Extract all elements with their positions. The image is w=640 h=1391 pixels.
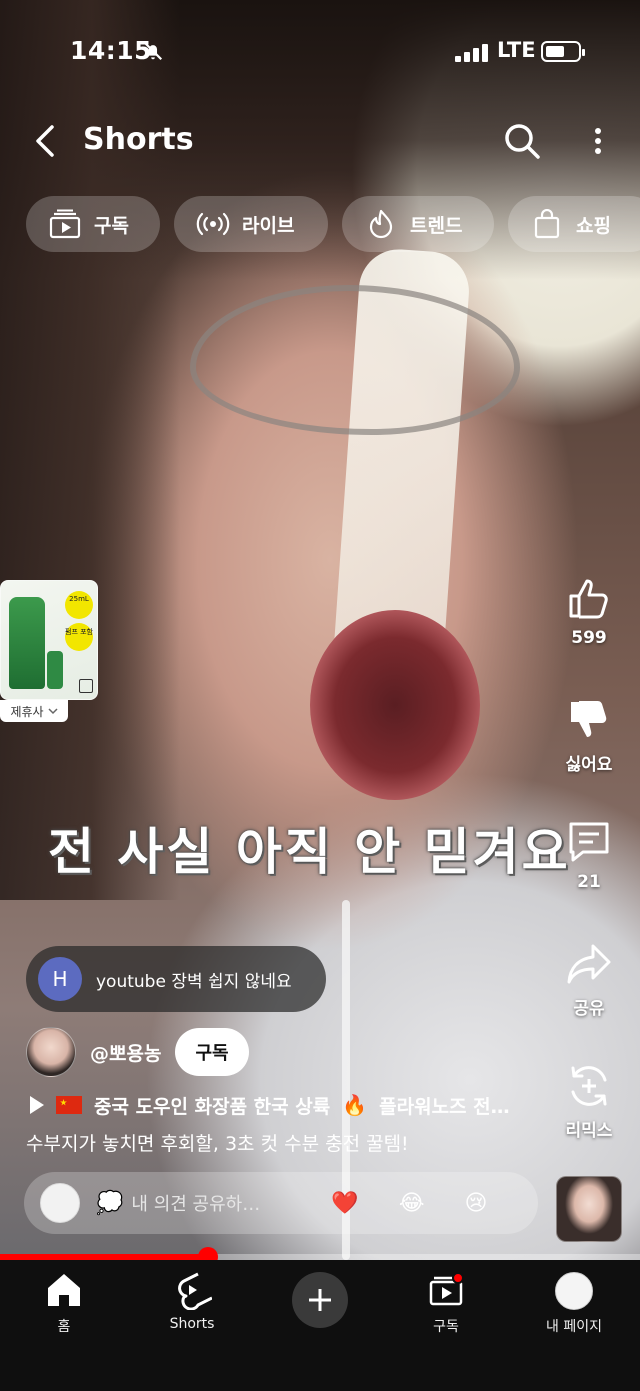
emoji-cry-button[interactable]: 😢 [465,1191,488,1216]
product-badge-size: 25mL [65,591,93,619]
emoji-laugh-button[interactable]: 😂 [399,1191,425,1216]
video-title[interactable]: 중국 도우인 화장품 한국 상륙 🔥 플라워노즈 전… [30,1090,540,1120]
product-image-bottle [9,597,45,689]
page-title: Shorts [83,122,194,157]
nav-subscriptions[interactable]: 구독 [396,1270,496,1336]
network-label: LTE [497,38,536,62]
nav-my-page[interactable]: 내 페이지 [524,1270,624,1336]
video-caption-overlay: 전 사실 아직 안 믿겨요 [48,822,571,881]
dislike-label: 싫어요 [565,755,613,775]
thought-bubble-icon: 💭 [96,1190,124,1216]
video-title-text: 중국 도우인 화장품 한국 상륙 [94,1095,331,1118]
chevron-left-icon[interactable] [28,121,68,161]
remix-button[interactable]: 리믹스 [556,1062,622,1141]
chip-shopping[interactable]: 쇼핑 [508,196,640,252]
chip-label: 쇼핑 [576,214,611,237]
commenter-avatar: H [38,957,82,1001]
chip-label: 라이브 [242,214,295,237]
nav-label: 구독 [433,1319,459,1335]
play-icon [30,1096,44,1114]
shopping-bag-icon [534,209,560,239]
chip-trending[interactable]: 트렌드 [342,196,494,252]
nav-home[interactable]: 홈 [14,1270,114,1336]
pinned-comment-text: youtube 장벽 쉽지 않네요 [96,971,292,992]
sound-thumbnail[interactable] [556,1176,622,1242]
channel-avatar[interactable] [26,1027,76,1077]
signal-icon [455,42,489,62]
video-frame-mouth [310,610,480,800]
chip-live[interactable]: 라이브 [174,196,328,252]
battery-icon [541,41,585,62]
more-vertical-icon[interactable] [580,119,616,163]
pinned-comment[interactable]: H youtube 장벽 쉽지 않네요 [26,946,326,1012]
avatar [555,1272,593,1310]
thumbs-up-icon [569,579,608,619]
dislike-button[interactable]: 싫어요 [556,696,622,775]
emoji-heart-button[interactable]: ❤️ [331,1191,358,1216]
china-flag-icon [56,1096,82,1114]
live-icon [196,212,230,236]
comment-placeholder[interactable]: 내 의견 공유하… [131,1190,291,1216]
remix-label: 리믹스 [565,1121,613,1141]
notification-dot [452,1272,464,1284]
partner-label: 제휴사 [10,704,44,719]
remix-icon [571,1066,607,1106]
share-icon [567,944,611,984]
bell-slash-icon [143,41,163,61]
plus-icon [309,1289,331,1311]
search-icon[interactable] [500,119,544,163]
shorts-icon [178,1272,212,1310]
nav-shorts[interactable]: Shorts [142,1270,242,1332]
external-link-icon [79,679,93,693]
share-button[interactable]: 공유 [556,940,622,1019]
shorts-header: Shorts [0,105,640,177]
trending-icon [369,209,393,239]
chip-subscriptions[interactable]: 구독 [26,196,160,252]
partner-dropdown[interactable]: 제휴사 [0,700,68,722]
channel-handle[interactable]: @뽀용농 [90,1039,161,1066]
subscriptions-icon [49,209,81,239]
thumbs-down-icon [571,701,607,737]
video-title-rest: 플라워노즈 전… [379,1095,510,1118]
like-button[interactable]: 599 [556,574,622,648]
user-avatar [40,1183,80,1223]
like-count: 599 [571,628,607,648]
subscribe-button[interactable]: 구독 [175,1028,249,1076]
channel-row: @뽀용농 구독 [26,1026,386,1078]
filter-chips: 구독 라이브 트렌드 쇼핑 [0,196,640,254]
nav-label: 내 페이지 [546,1319,602,1335]
status-bar: 14:15 LTE [0,0,640,100]
chip-label: 트렌드 [410,214,463,237]
video-description[interactable]: 수부지가 놓치면 후회할, 3초 컷 수분 충전 꿀템! [26,1129,546,1156]
fire-icon: 🔥 [342,1093,368,1117]
product-badge-gift: 펌프 포함 [65,623,93,651]
share-label: 공유 [573,999,605,1019]
nav-label: Shorts [169,1316,215,1332]
home-icon [48,1274,80,1306]
product-card[interactable]: 25mL 펌프 포함 [0,580,98,700]
product-image-bottle-small [47,651,63,689]
nav-label: 홈 [57,1319,71,1335]
chip-label: 구독 [94,214,129,237]
chevron-down-icon [48,708,58,715]
comment-input-bar[interactable]: 💭 내 의견 공유하… ❤️ 😂 😢 [24,1172,538,1234]
create-button[interactable] [292,1272,348,1328]
bottom-nav: 홈 Shorts 구독 내 페이지 [0,1260,640,1391]
video-frame-glasses [190,285,520,435]
status-time: 14:15 [70,36,153,65]
